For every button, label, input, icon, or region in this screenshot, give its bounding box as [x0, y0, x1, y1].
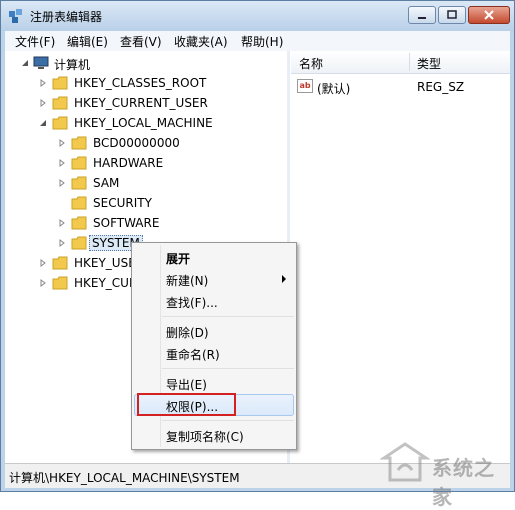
menu-item-label: 查找(F)...: [166, 296, 218, 310]
tree-node-hkcu[interactable]: HKEY_CURRENT_USER: [5, 94, 225, 114]
menu-view[interactable]: 查看(V): [120, 33, 162, 50]
expand-arrow-icon[interactable]: [58, 219, 66, 227]
watermark-logo-icon: [380, 442, 430, 482]
column-divider[interactable]: [409, 53, 410, 71]
watermark: 系统之家: [378, 440, 514, 509]
tree-node-hklm[interactable]: HKEY_LOCAL_MACHINE: [5, 114, 225, 134]
window-title: 注册表编辑器: [30, 10, 103, 24]
folder-icon: [52, 76, 68, 90]
menu-edit[interactable]: 编辑(E): [67, 33, 108, 50]
menu-item-copy-key-name[interactable]: 复制项名称(C): [134, 424, 294, 446]
list-header: 名称 类型: [291, 51, 510, 74]
folder-icon: [52, 256, 68, 270]
tree-node-computer[interactable]: 计算机: [5, 54, 205, 74]
folder-icon: [52, 96, 68, 110]
value-list[interactable]: 名称 类型 ab (默认) REG_SZ: [291, 51, 510, 463]
menu-item-label: 复制项名称(C): [166, 430, 244, 444]
folder-icon: [71, 176, 87, 190]
tree-label-hardware: HARDWARE: [93, 156, 164, 170]
menu-favorites[interactable]: 收藏夹(A): [174, 33, 228, 50]
tree-label-hku: HKEY_USE: [74, 256, 136, 270]
expand-arrow-icon[interactable]: [39, 79, 47, 87]
menu-item-expand[interactable]: 展开: [134, 246, 294, 268]
open-folder-icon: [52, 116, 68, 130]
folder-icon: [71, 196, 87, 210]
expand-arrow-icon[interactable]: [39, 279, 47, 287]
title-bar[interactable]: 注册表编辑器: [1, 1, 514, 31]
close-button[interactable]: [468, 6, 510, 24]
menu-bar: 文件(F) 编辑(E) 查看(V) 收藏夹(A) 帮助(H): [5, 31, 510, 52]
menu-item-label: 展开: [166, 252, 191, 266]
menu-item-new[interactable]: 新建(N): [134, 268, 294, 290]
folder-icon: [71, 136, 87, 150]
tree-label-hkcu: HKEY_CURRENT_USER: [74, 96, 208, 110]
tree-label-sam: SAM: [93, 176, 120, 190]
menu-help[interactable]: 帮助(H): [241, 33, 283, 50]
tree-label-bcd: BCD00000000: [93, 136, 180, 150]
minimize-button[interactable]: [408, 6, 436, 24]
menu-separator: [162, 316, 294, 317]
expand-arrow-icon[interactable]: [58, 239, 66, 247]
tree-node-hkcr[interactable]: HKEY_CLASSES_ROOT: [5, 74, 225, 94]
status-path: 计算机\HKEY_LOCAL_MACHINE\SYSTEM: [9, 471, 240, 485]
menu-file[interactable]: 文件(F): [15, 33, 55, 50]
expand-arrow-icon[interactable]: [58, 159, 66, 167]
column-name-header[interactable]: 名称: [299, 55, 323, 72]
tree-node-sam[interactable]: SAM: [5, 174, 225, 194]
collapse-triangle-icon[interactable]: [21, 59, 29, 67]
maximize-button[interactable]: [438, 6, 466, 24]
tree-label-software: SOFTWARE: [93, 216, 160, 230]
tree-node-bcd[interactable]: BCD00000000: [5, 134, 225, 154]
expand-arrow-icon[interactable]: [58, 179, 66, 187]
minimize-icon: [418, 17, 426, 19]
tree-label-hkcc: HKEY_CUR: [74, 276, 138, 290]
tree-node-security[interactable]: SECURITY: [5, 194, 225, 214]
tree-label-computer: 计算机: [54, 58, 91, 72]
registry-editor-icon: [9, 9, 22, 23]
string-value-icon: ab: [297, 79, 313, 93]
context-menu: 展开 新建(N) 查找(F)... 删除(D) 重命名(R) 导出(E) 权限(…: [131, 242, 297, 450]
menu-separator: [162, 420, 294, 421]
menu-item-label: 删除(D): [166, 326, 209, 340]
menu-item-find[interactable]: 查找(F)...: [134, 290, 294, 312]
maximize-icon: [447, 10, 457, 19]
computer-icon: [33, 56, 49, 69]
close-icon: [484, 10, 494, 20]
submenu-arrow-icon: [282, 275, 286, 283]
menu-item-delete[interactable]: 删除(D): [134, 320, 294, 342]
tree-node-hardware[interactable]: HARDWARE: [5, 154, 225, 174]
value-name: (默认): [317, 82, 351, 96]
watermark-text: 系统之家: [432, 456, 495, 509]
menu-separator: [162, 368, 294, 369]
tree-label-hklm: HKEY_LOCAL_MACHINE: [74, 116, 213, 130]
list-item[interactable]: ab (默认) REG_SZ: [291, 77, 510, 97]
folder-icon: [71, 236, 87, 250]
folder-icon: [71, 216, 87, 230]
value-type: REG_SZ: [417, 80, 465, 94]
menu-item-label: 新建(N): [166, 274, 209, 288]
column-type-header[interactable]: 类型: [417, 55, 441, 72]
expand-arrow-icon[interactable]: [58, 139, 66, 147]
tree-label-hkcr: HKEY_CLASSES_ROOT: [74, 76, 207, 90]
collapse-triangle-icon[interactable]: [39, 119, 47, 127]
menu-item-label: 导出(E): [166, 378, 207, 392]
annotation-highlight-box: [137, 393, 236, 416]
menu-item-rename[interactable]: 重命名(R): [134, 342, 294, 364]
tree-node-software[interactable]: SOFTWARE: [5, 214, 225, 234]
folder-icon: [71, 156, 87, 170]
menu-item-export[interactable]: 导出(E): [134, 372, 294, 394]
expand-arrow-icon[interactable]: [39, 259, 47, 267]
tree-label-security: SECURITY: [93, 196, 152, 210]
folder-icon: [52, 276, 68, 290]
expand-arrow-icon[interactable]: [39, 99, 47, 107]
menu-item-label: 重命名(R): [166, 348, 220, 362]
